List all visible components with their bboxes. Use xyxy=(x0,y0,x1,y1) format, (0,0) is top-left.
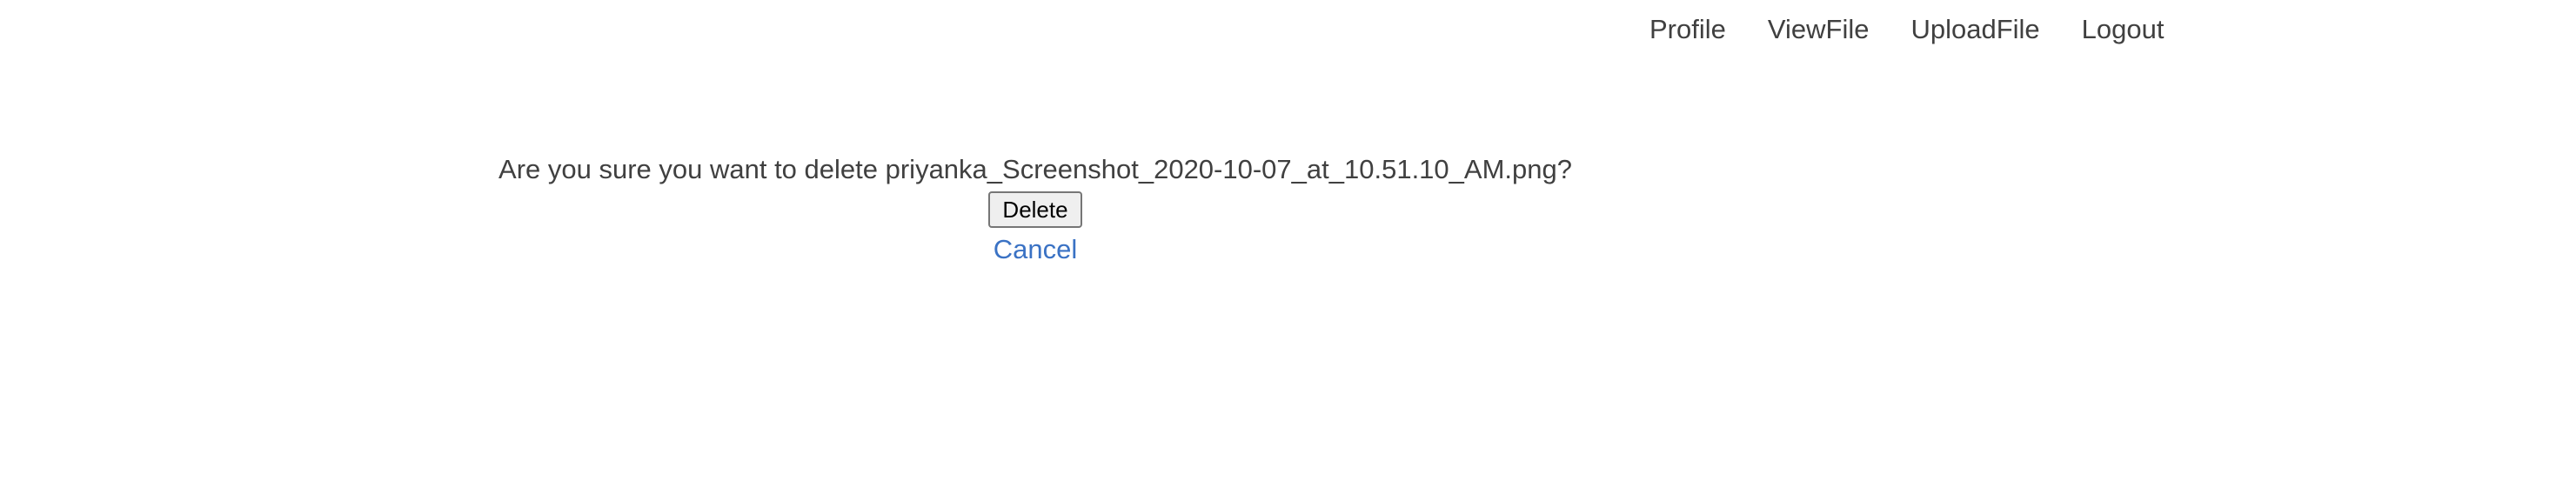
nav-link-viewfile[interactable]: ViewFile xyxy=(1768,12,1870,47)
top-navigation: Profile ViewFile UploadFile Logout xyxy=(1649,12,2165,47)
nav-link-uploadfile[interactable]: UploadFile xyxy=(1910,12,2039,47)
nav-link-logout[interactable]: Logout xyxy=(2082,12,2165,47)
cancel-link[interactable]: Cancel xyxy=(487,231,1583,268)
delete-button[interactable]: Delete xyxy=(988,191,1082,228)
nav-link-profile[interactable]: Profile xyxy=(1649,12,1726,47)
confirmation-message: Are you sure you want to delete priyanka… xyxy=(498,154,1572,184)
delete-confirmation: Are you sure you want to delete priyanka… xyxy=(487,151,1583,268)
